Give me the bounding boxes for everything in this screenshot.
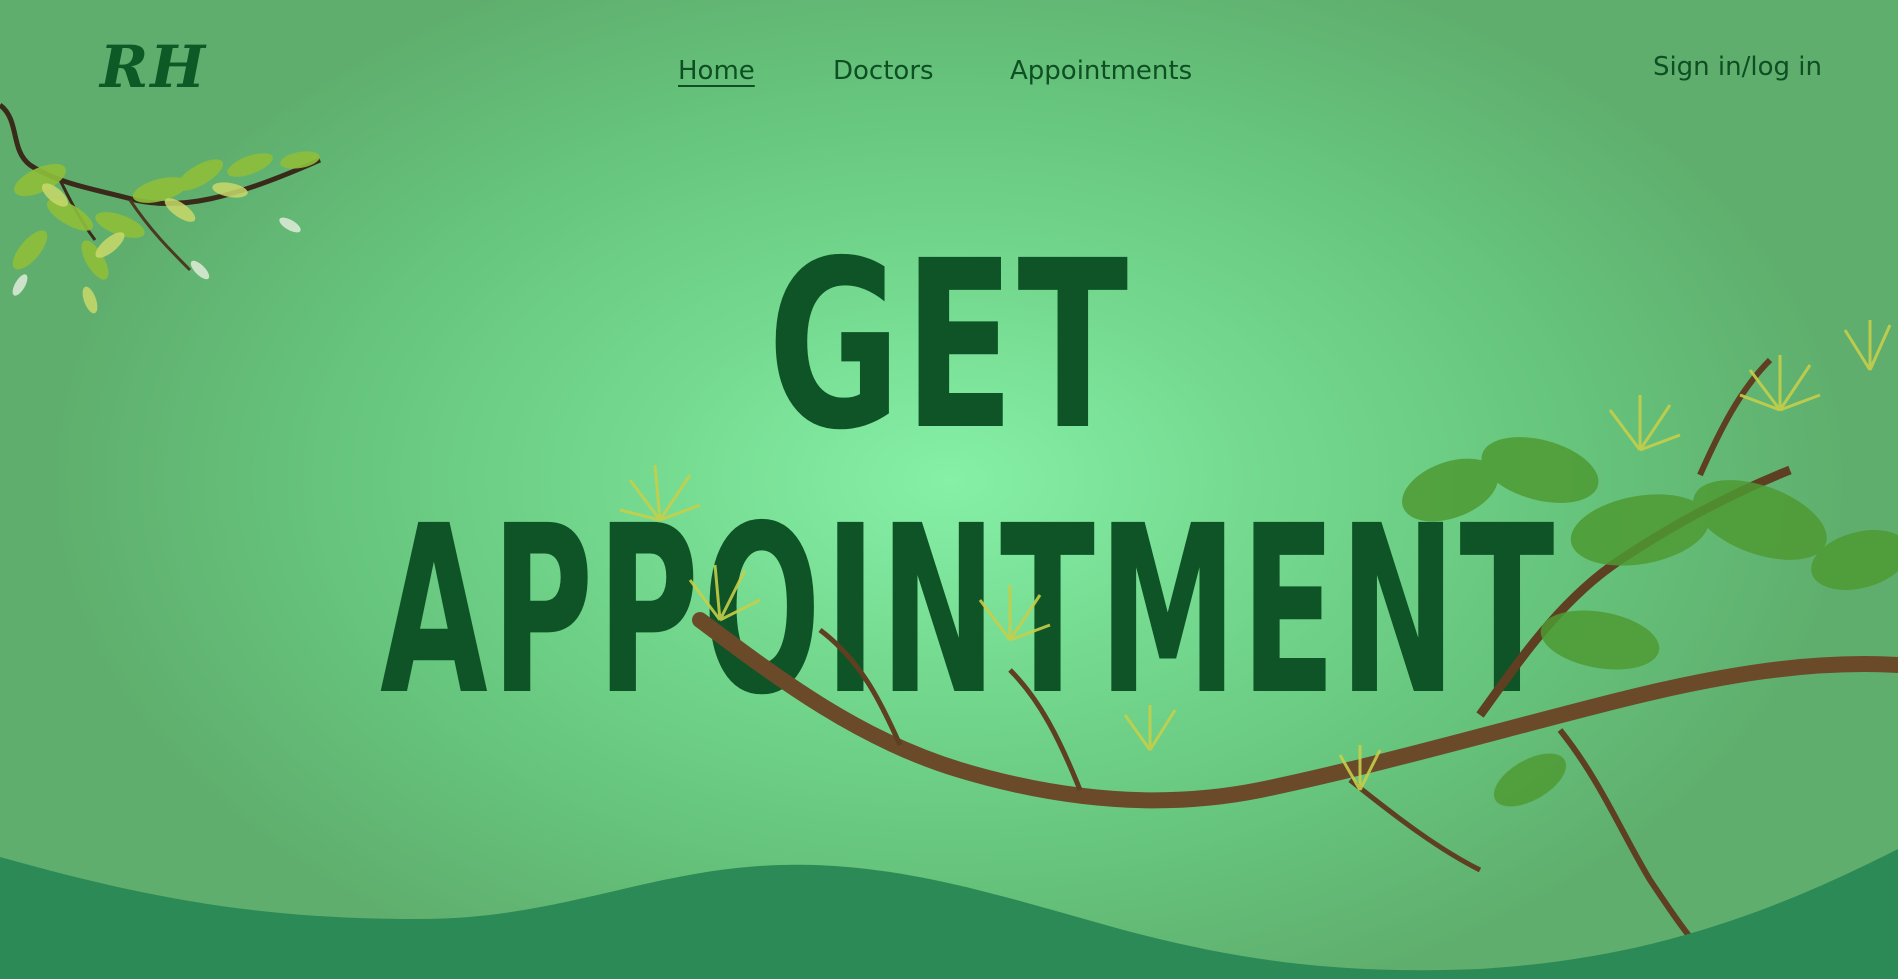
nav-home[interactable]: Home [678,56,755,87]
landing-page: GET APPOINTMENT RH Home Doctors Appointm… [0,0,1898,979]
top-nav: RH Home Doctors Appointments Sign in/log… [0,0,1898,148]
bottom-wave [0,849,1898,979]
logo[interactable]: RH [100,38,207,96]
signin-link[interactable]: Sign in/log in [1653,52,1822,82]
nav-appointments[interactable]: Appointments [1010,56,1192,87]
nav-doctors[interactable]: Doctors [833,56,934,87]
